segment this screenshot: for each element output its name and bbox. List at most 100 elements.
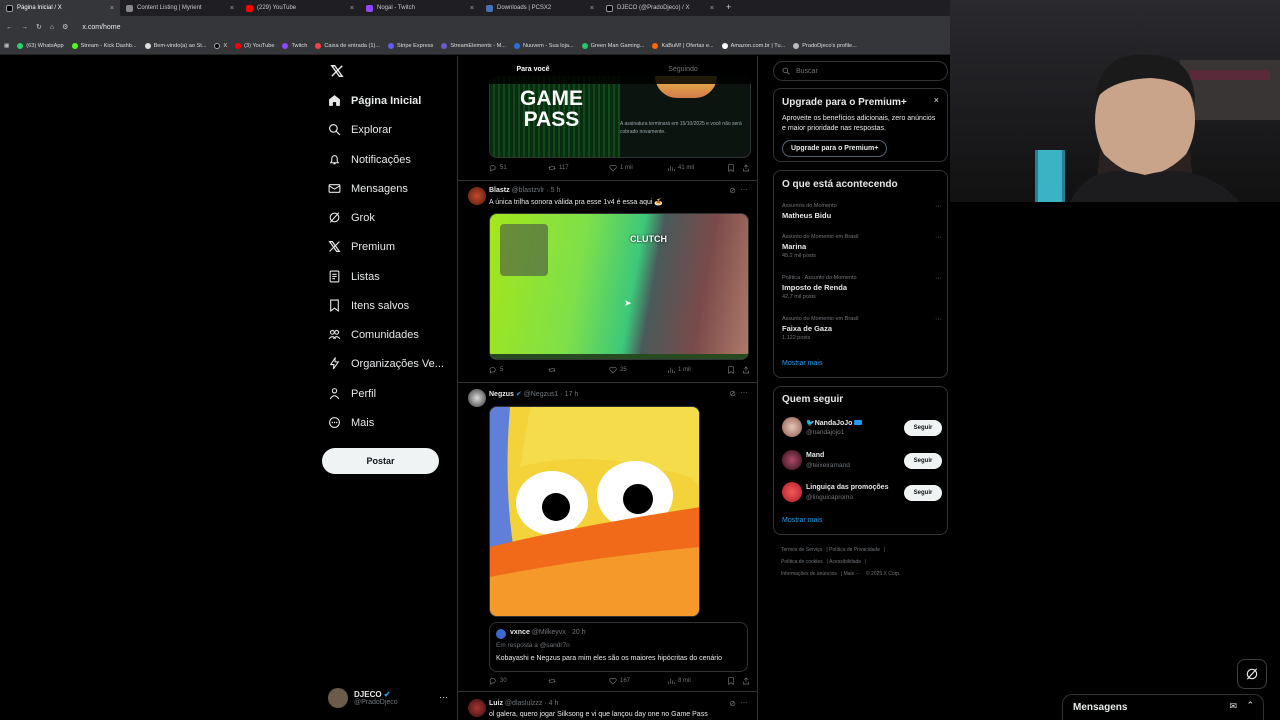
more-dots-icon[interactable]: ··· (740, 185, 748, 194)
bookmark-item[interactable]: PradoDjeco's profile... (793, 43, 857, 49)
browser-tab-pcsx2[interactable]: Downloads | PCSX2 × (480, 0, 600, 16)
post-media-image[interactable] (489, 406, 700, 617)
views-button[interactable]: 8 mil (667, 677, 691, 685)
post-time[interactable]: 4 h (549, 700, 559, 707)
nav-item-profile[interactable]: Perfil (328, 387, 376, 400)
close-tab-icon[interactable]: × (470, 5, 474, 12)
share-button[interactable] (742, 366, 750, 374)
browser-tab-youtube[interactable]: (229) YouTube × (240, 0, 360, 16)
bookmark-item[interactable]: Stream - Kick Dashb... (71, 43, 137, 49)
follow-button[interactable]: Seguir (904, 485, 942, 501)
follow-suggestion[interactable]: Linguiça das promoções @linguicapromo Se… (782, 482, 942, 504)
more-dots-icon[interactable]: ··· (439, 692, 448, 702)
chevron-up-icon[interactable]: ⌃ (1246, 700, 1254, 711)
nav-item-messages[interactable]: Mensagens (328, 182, 408, 195)
footer-link[interactable]: Informações de anúncios (781, 571, 837, 577)
author-name[interactable]: Luiz (489, 700, 503, 707)
bookmark-button[interactable] (727, 164, 735, 172)
follow-button[interactable]: Seguir (904, 453, 942, 469)
more-dots-icon[interactable]: ··· (935, 316, 942, 323)
bookmark-item[interactable]: (63) WhatsApp (17, 43, 64, 49)
author-handle[interactable]: @blastzvlr (512, 187, 545, 194)
nav-item-verified-orgs[interactable]: Organizações Ve... (328, 357, 444, 370)
nav-item-lists[interactable]: Listas (328, 270, 380, 283)
views-button[interactable]: 41 mil (667, 164, 694, 172)
share-button[interactable] (742, 164, 750, 172)
nav-item-bookmarks[interactable]: Itens salvos (328, 299, 409, 312)
bookmark-button[interactable] (727, 366, 735, 374)
back-icon[interactable]: ← (6, 24, 13, 31)
footer-link[interactable]: Termos de Serviço (781, 547, 822, 553)
post-time[interactable]: 17 h (565, 391, 579, 398)
who-show-more-link[interactable]: Mostrar mais (782, 517, 822, 524)
trend-item[interactable]: Assuntos do Momento Matheus Bidu ··· (782, 203, 942, 220)
like-button[interactable]: 167 (609, 677, 630, 685)
tab-for-you[interactable]: Para você (458, 56, 608, 84)
post-button[interactable]: Postar (322, 448, 439, 474)
footer-link[interactable]: Acessibilidade (829, 559, 861, 565)
forward-icon[interactable]: → (21, 24, 28, 31)
more-dots-icon[interactable]: ··· (935, 234, 942, 241)
more-dots-icon[interactable]: ··· (740, 388, 748, 397)
browser-tab-myrient[interactable]: Content Listing | Myrient × (120, 0, 240, 16)
tab-following[interactable]: Seguindo (608, 56, 757, 84)
avatar[interactable] (468, 187, 486, 205)
timeline-post[interactable]: Luiz @dlaslulzzz · 4 h ⊘ ··· ol galera, … (458, 693, 757, 720)
close-tab-icon[interactable]: × (230, 5, 234, 12)
trend-item[interactable]: Política · Assunto do Momento Imposto de … (782, 275, 942, 300)
post-media-gamepass[interactable]: GAME PASS A assinatura terminará em 15/1… (489, 76, 751, 158)
post-media-video[interactable]: CLUTCH ➤ (489, 213, 749, 360)
post-time[interactable]: 5 h (551, 187, 561, 194)
timeline-post[interactable]: Negzus ✔ @Negzus1 · 17 h ⊘ ··· vxnce @Mi… (458, 383, 757, 692)
site-info-icon[interactable]: ⚙ (62, 23, 68, 31)
reply-button[interactable]: 51 (489, 164, 507, 172)
avatar[interactable] (468, 699, 486, 717)
grok-floating-button[interactable] (1237, 659, 1267, 689)
premium-upgrade-button[interactable]: Upgrade para o Premium+ (782, 140, 888, 157)
author-handle[interactable]: @dlaslulzzz (505, 700, 542, 707)
footer-link[interactable]: Política de cookies (781, 559, 823, 565)
quoted-post[interactable]: vxnce @Milkeyvx · 20 h Em resposta a @sa… (489, 622, 748, 672)
browser-tab-x-home[interactable]: Página Inicial / X × (0, 0, 120, 16)
bookmark-item[interactable]: Nuuvem - Sua loja... (513, 43, 574, 49)
reply-button[interactable]: 30 (489, 677, 507, 685)
footer-link[interactable]: Política de Privacidade (829, 547, 880, 553)
repost-button[interactable] (548, 677, 556, 685)
bookmark-item[interactable]: Caixa de entrada (1)... (315, 43, 380, 49)
views-button[interactable]: 1 mil (667, 366, 691, 374)
avatar[interactable] (468, 389, 486, 407)
nav-item-notifications[interactable]: Notificações (328, 153, 411, 166)
nav-item-communities[interactable]: Comunidades (328, 328, 419, 341)
new-tab-button[interactable]: + (720, 0, 737, 16)
like-button[interactable]: 25 (609, 366, 627, 374)
grok-post-icon[interactable]: ⊘ (729, 699, 736, 708)
repost-button[interactable] (548, 366, 556, 374)
bookmark-item[interactable]: X (214, 43, 227, 49)
bookmark-item[interactable]: Twitch (282, 43, 307, 49)
reply-button[interactable]: 5 (489, 366, 503, 374)
new-message-icon[interactable]: ✉ (1229, 701, 1237, 712)
x-logo-icon[interactable] (330, 64, 344, 78)
close-tab-icon[interactable]: × (590, 5, 594, 12)
trends-show-more-link[interactable]: Mostrar mais (782, 360, 822, 367)
home-button-icon[interactable]: ⌂ (50, 24, 54, 31)
bookmark-item[interactable]: StreamElements - M... (441, 43, 506, 49)
bookmark-item[interactable]: Stripe Express (387, 43, 433, 49)
repost-button[interactable]: 117 (548, 164, 569, 172)
follow-suggestion[interactable]: 🐦NandaJoJo @nandajojo1 Seguir (782, 417, 942, 439)
nav-item-home[interactable]: Página Inicial (328, 94, 421, 107)
browser-tab-djeco[interactable]: DJECO (@PradoDjeco) / X × (600, 0, 720, 16)
footer-link[interactable]: Mais ··· (844, 571, 861, 577)
follow-button[interactable]: Seguir (904, 420, 942, 436)
nav-item-explore[interactable]: Explorar (328, 123, 392, 136)
author-name[interactable]: Negzus (489, 391, 514, 398)
bookmark-item[interactable]: Amazon.com.br | Tu... (721, 43, 785, 49)
bookmark-button[interactable] (727, 677, 735, 685)
bookmark-item[interactable]: Green Man Gaming... (581, 43, 644, 49)
account-switcher[interactable]: DJECO ✔ @PradoDjeco ··· (328, 684, 448, 712)
search-input[interactable]: Buscar (773, 61, 948, 81)
author-name[interactable]: Blastz (489, 187, 510, 194)
timeline-post[interactable]: Blastz @blastzvlr · 5 h ⊘ ··· A única tr… (458, 181, 757, 383)
apps-grid-icon[interactable]: ▦ (4, 43, 9, 49)
browser-tab-twitch[interactable]: Nogal - Twitch × (360, 0, 480, 16)
